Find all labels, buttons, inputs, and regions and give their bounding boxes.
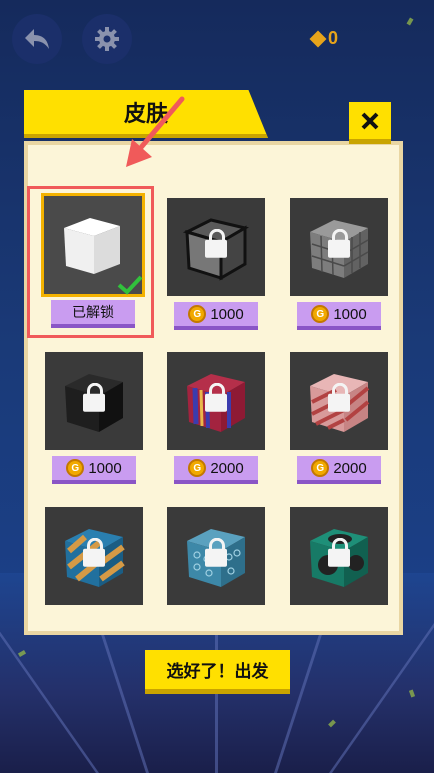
skin-item-blue-orange[interactable] <box>45 507 143 605</box>
coin-icon: G <box>188 305 207 323</box>
skin-item-glass[interactable]: G 1000 <box>167 198 265 330</box>
coin-counter: 0 <box>309 28 339 49</box>
price-value: 1000 <box>210 305 244 323</box>
coin-icon: G <box>188 459 207 477</box>
skin-thumb <box>167 352 265 450</box>
skin-thumb <box>45 352 143 450</box>
lock-icon <box>205 382 227 412</box>
coin-icon: G <box>311 305 330 323</box>
lock-icon <box>328 228 350 258</box>
lock-icon <box>328 382 350 412</box>
lock-icon <box>205 537 227 567</box>
selection-highlight <box>27 186 154 338</box>
price-value: 2000 <box>333 459 367 477</box>
coin-icon: G <box>311 459 330 477</box>
pointer-arrow-icon <box>126 96 185 167</box>
skin-item-black[interactable]: G 1000 <box>45 352 143 484</box>
lock-icon <box>205 228 227 258</box>
price-button[interactable]: G 1000 <box>297 302 381 330</box>
price-button[interactable]: G 1000 <box>174 302 258 330</box>
price-value: 2000 <box>210 459 244 477</box>
skin-thumb <box>290 198 388 296</box>
skin-thumb <box>45 507 143 605</box>
settings-button[interactable] <box>82 14 132 64</box>
price-button[interactable]: G 1000 <box>52 456 136 484</box>
lock-icon <box>83 382 105 412</box>
price-value: 1000 <box>88 459 122 477</box>
start-button[interactable]: 选好了！出发 <box>145 650 290 694</box>
price-value: 1000 <box>333 305 367 323</box>
coin-count: 0 <box>328 28 339 48</box>
skin-thumb <box>167 507 265 605</box>
skin-item-stripes[interactable]: G 2000 <box>167 352 265 484</box>
lock-icon <box>83 537 105 567</box>
skin-thumb <box>290 352 388 450</box>
skin-item-stone[interactable]: G 1000 <box>290 198 388 330</box>
price-button[interactable]: G 2000 <box>297 456 381 484</box>
close-button[interactable] <box>349 102 391 144</box>
close-icon <box>361 112 379 129</box>
skin-item-blue-pattern[interactable] <box>167 507 265 605</box>
skin-item-candy[interactable]: G 2000 <box>290 352 388 484</box>
skin-item-teal-spot[interactable] <box>290 507 388 605</box>
price-button[interactable]: G 2000 <box>174 456 258 484</box>
gear-icon <box>95 27 119 51</box>
diamond-icon <box>309 30 327 47</box>
back-button[interactable] <box>12 14 62 64</box>
lock-icon <box>328 537 350 567</box>
back-arrow-icon <box>25 29 49 49</box>
skin-thumb <box>290 507 388 605</box>
skin-thumb <box>167 198 265 296</box>
coin-icon: G <box>66 459 85 477</box>
